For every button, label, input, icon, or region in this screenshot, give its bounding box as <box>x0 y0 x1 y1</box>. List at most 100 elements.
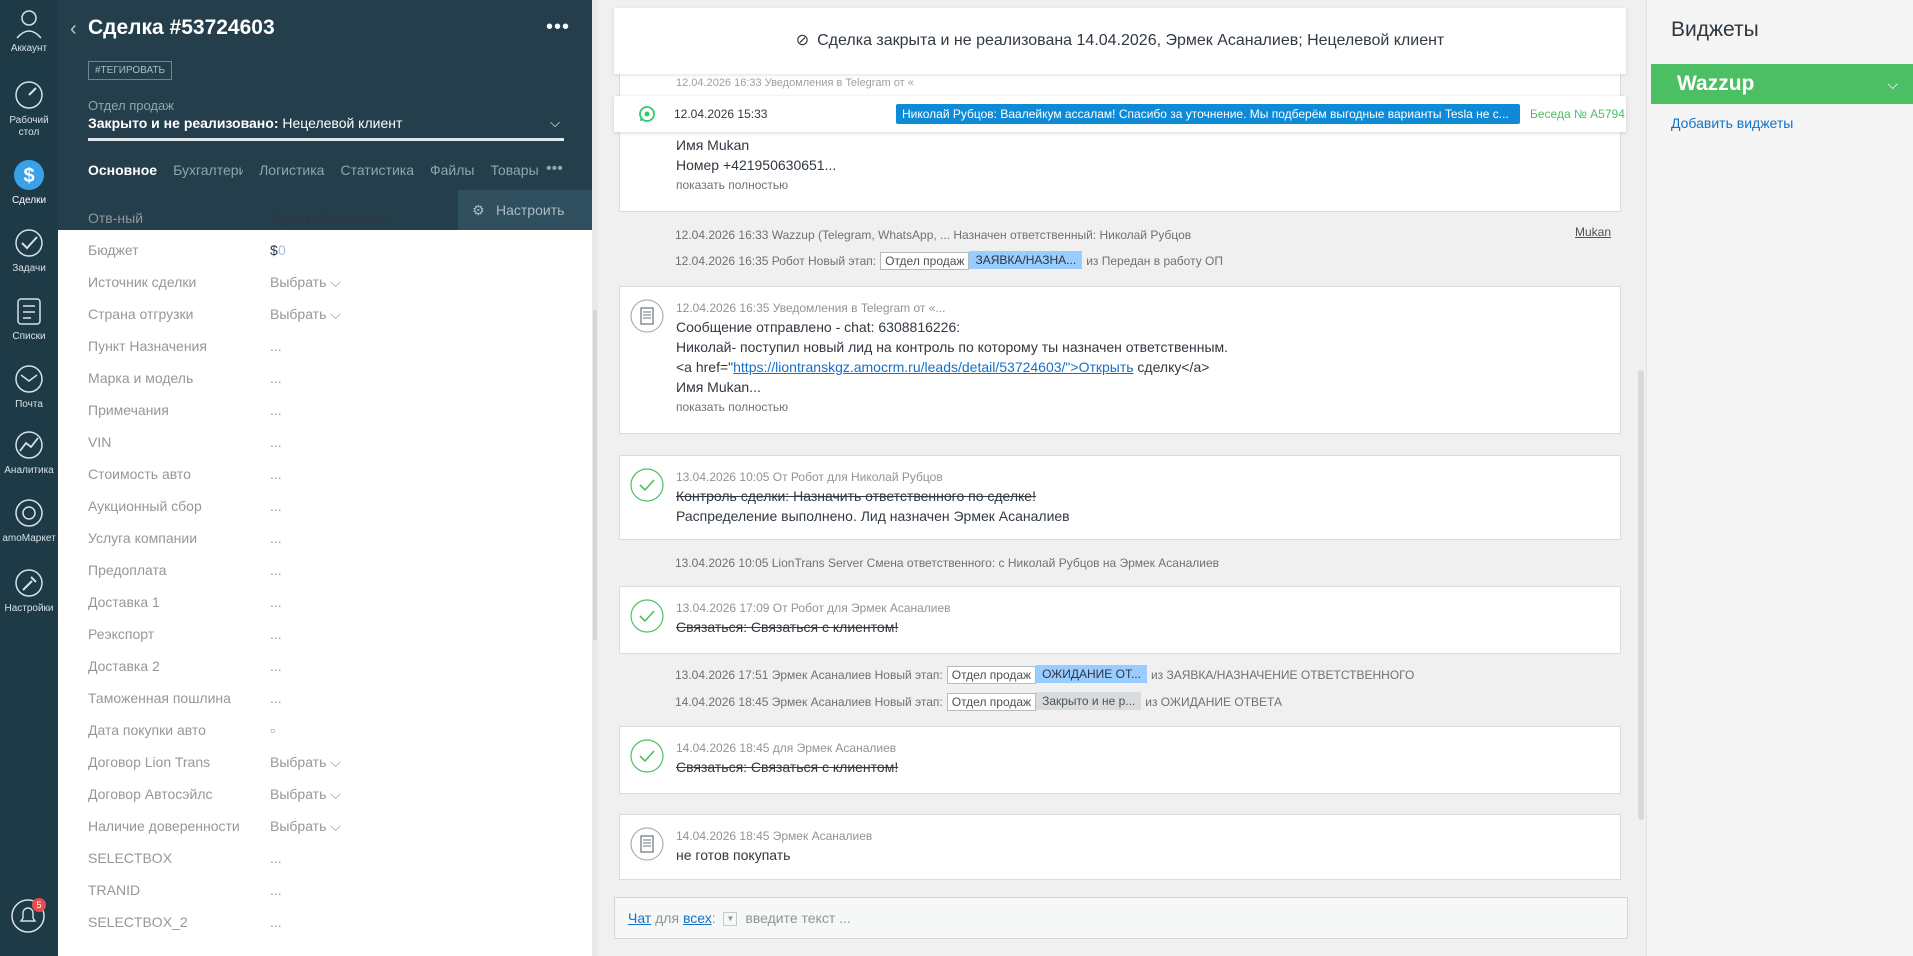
field-row[interactable]: Доставка 2... <box>88 656 588 678</box>
tab-main[interactable]: Основное <box>88 162 157 178</box>
field-row[interactable]: TRANID... <box>88 880 588 902</box>
nav-item-deals[interactable]: $ Сделки <box>0 158 58 207</box>
field-label: Аукционный сбор <box>88 498 202 514</box>
check-icon[interactable] <box>630 739 664 773</box>
nav-label: Аккаунт <box>10 43 48 54</box>
add-widgets-link[interactable]: Добавить виджеты <box>1671 115 1793 131</box>
field-row[interactable]: Источник сделки Выбрать ⌵ <box>88 272 588 294</box>
nav-item-lists[interactable]: Списки <box>0 294 58 343</box>
system-event-stage: 14.04.2026 18:45 Эрмек Асаналиев Новый э… <box>675 692 1282 711</box>
scrollbar[interactable] <box>1638 370 1644 820</box>
tab-statistics[interactable]: Статистика <box>340 162 414 178</box>
chevron-down-icon[interactable]: ▼ <box>723 912 738 927</box>
tab-logistics[interactable]: Логистика <box>259 162 324 178</box>
field-value[interactable]: ... <box>270 370 282 386</box>
field-row[interactable]: Услуга компании... <box>88 528 588 550</box>
field-value[interactable]: ▫ <box>270 722 275 738</box>
nav-item-tasks[interactable]: Задачи <box>0 226 58 275</box>
note-line: Николай- поступил новый лид на контроль … <box>676 339 1229 355</box>
show-more-link[interactable]: показать полностью <box>676 175 1610 195</box>
wazzup-widget[interactable]: Wazzup ⌵ <box>1651 64 1913 104</box>
field-value[interactable]: Выбрать ⌵ <box>270 274 341 291</box>
nav-item-account[interactable]: Аккаунт <box>0 6 58 55</box>
composer-placeholder[interactable]: введите текст ... <box>745 910 850 926</box>
check-icon[interactable] <box>630 468 664 502</box>
scrollbar[interactable] <box>593 310 597 640</box>
show-more-link[interactable]: показать полностью <box>676 397 1610 417</box>
nav-item-mail[interactable]: Почта <box>0 362 58 411</box>
whatsapp-bar[interactable]: 12.04.2026 15:33 Николай Рубцов: Ваалейк… <box>614 96 1626 132</box>
field-value[interactable]: Выбрать ⌵ <box>270 818 341 835</box>
field-value[interactable]: ... <box>270 882 282 898</box>
field-row[interactable]: Пункт Назначения... <box>88 336 588 358</box>
message-composer[interactable]: Чат для всех: ▼ введите текст ... <box>614 897 1628 939</box>
back-chevron-icon[interactable]: ‹ <box>70 18 77 41</box>
field-value[interactable]: ... <box>270 466 282 482</box>
field-row[interactable]: Реэкспорт... <box>88 624 588 646</box>
field-value[interactable]: Выбрать ⌵ <box>270 306 341 323</box>
field-value[interactable]: ... <box>270 658 282 674</box>
field-value[interactable]: $ <box>270 242 278 258</box>
notifications-button[interactable]: 5 <box>8 896 48 936</box>
budget-value[interactable]: 0 <box>278 242 286 258</box>
more-menu-icon[interactable]: ••• <box>546 16 570 39</box>
field-row[interactable]: VIN... <box>88 432 588 454</box>
field-row[interactable]: Наличие доверенности Выбрать ⌵ <box>88 816 588 838</box>
tab-accounting[interactable]: Бухгалтерия <box>173 162 243 178</box>
tab-files[interactable]: Файлы <box>430 162 474 178</box>
nav-item-dashboard[interactable]: Рабочий стол <box>0 78 58 139</box>
field-row[interactable]: SELECTBOX_2... <box>88 912 588 934</box>
field-value[interactable]: ... <box>270 690 282 706</box>
recipients-link[interactable]: всех <box>683 910 712 926</box>
tab-products[interactable]: Товары <box>490 162 538 178</box>
field-row[interactable]: Отв-ный Эрмек Асаналиев <box>88 208 588 230</box>
field-row[interactable]: Предоплата... <box>88 560 588 582</box>
lead-link[interactable]: https://liontranskgz.amocrm.ru/leads/det… <box>733 359 1133 375</box>
field-row[interactable]: Бюджет $0 <box>88 240 588 262</box>
field-row[interactable]: Доставка 1... <box>88 592 588 614</box>
field-value[interactable]: ... <box>270 530 282 546</box>
field-value[interactable]: ... <box>270 498 282 514</box>
field-row[interactable]: Таможенная пошлина... <box>88 688 588 710</box>
conversation-link[interactable]: Беседа № A5794 <box>1530 107 1625 121</box>
task-meta: 13.04.2026 17:09 От Робот для Эрмек Асан… <box>676 601 951 615</box>
field-value[interactable]: Выбрать ⌵ <box>270 754 341 771</box>
field-value[interactable]: Выбрать ⌵ <box>270 786 341 803</box>
field-value[interactable]: ... <box>270 594 282 610</box>
nav-item-market[interactable]: amoМаркет <box>0 496 58 545</box>
field-row[interactable]: Аукционный сбор... <box>88 496 588 518</box>
field-value[interactable]: ... <box>270 626 282 642</box>
field-value[interactable]: ... <box>270 562 282 578</box>
author-link[interactable]: Mukan <box>1575 225 1611 239</box>
field-label: Доставка 2 <box>88 658 160 674</box>
field-row[interactable]: Договор Автосэйлс Выбрать ⌵ <box>88 784 588 806</box>
tag-button[interactable]: #ТЕГИРОВАТЬ <box>88 61 173 80</box>
field-value[interactable]: Эрмек Асаналиев <box>270 210 386 226</box>
field-value[interactable]: ... <box>270 402 282 418</box>
nav-label: Аналитика <box>4 465 54 476</box>
field-value[interactable]: ... <box>270 338 282 354</box>
stage-pipeline: Отдел продаж <box>880 252 970 270</box>
lead-card-header: ‹ Сделка #53724603 ••• #ТЕГИРОВАТЬ Отдел… <box>58 0 592 230</box>
field-row[interactable]: Дата покупки авто ▫ <box>88 720 588 742</box>
status-select[interactable]: Закрыто и не реализовано: Нецелевой клие… <box>88 115 564 141</box>
wa-message[interactable]: Николай Рубцов: Ваалейкум ассалам! Спаси… <box>896 104 1520 124</box>
field-row[interactable]: Примечания... <box>88 400 588 422</box>
field-row[interactable]: Стоимость авто... <box>88 464 588 486</box>
nav-item-analytics[interactable]: Аналитика <box>0 428 58 477</box>
activity-feed: Имя Mukan Номер +421950630651... показат… <box>598 0 1646 956</box>
field-value[interactable]: ... <box>270 914 282 930</box>
tabs-more-icon[interactable]: ••• <box>546 160 563 178</box>
field-row[interactable]: Марка и модель... <box>88 368 588 390</box>
stage-pill: ЗАЯВКА/НАЗНА... <box>969 251 1083 269</box>
notifications-badge: 5 <box>32 898 46 912</box>
check-icon[interactable] <box>630 599 664 633</box>
field-value[interactable]: ... <box>270 434 282 450</box>
field-row[interactable]: Договор Lion Trans Выбрать ⌵ <box>88 752 588 774</box>
field-row[interactable]: SELECTBOX... <box>88 848 588 870</box>
chat-type-link[interactable]: Чат <box>628 910 651 926</box>
note-telegram-1: Имя Mukan Номер +421950630651... показат… <box>619 70 1621 212</box>
field-row[interactable]: Страна отгрузки Выбрать ⌵ <box>88 304 588 326</box>
nav-item-settings[interactable]: Настройки <box>0 566 58 615</box>
field-value[interactable]: ... <box>270 850 282 866</box>
